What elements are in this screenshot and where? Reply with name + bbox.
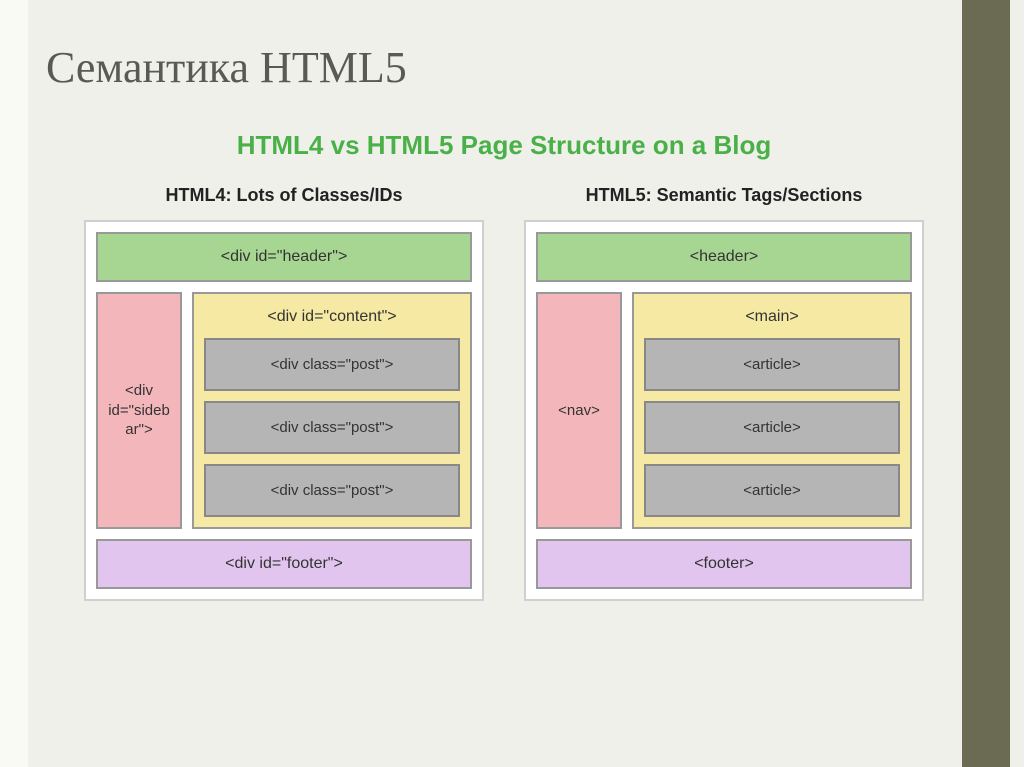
html4-post-box: <div class="post"> [204,338,460,391]
diagram-subtitle: HTML4 vs HTML5 Page Structure on a Blog [64,130,944,161]
html4-page-structure: <div id="header"> <div id="sideb ar"> <d… [84,220,484,601]
html5-article-box: <article> [644,464,900,517]
html5-column: HTML5: Semantic Tags/Sections <header> <… [524,185,924,601]
html4-header-box: <div id="header"> [96,232,472,282]
html5-article-box: <article> [644,338,900,391]
html5-footer-box: <footer> [536,539,912,589]
comparison-columns: HTML4: Lots of Classes/IDs <div id="head… [64,185,944,601]
html5-article-box: <article> [644,401,900,454]
html4-column-title: HTML4: Lots of Classes/IDs [84,185,484,206]
html5-header-box: <header> [536,232,912,282]
html4-sidebar-box: <div id="sideb ar"> [96,292,182,529]
html4-column: HTML4: Lots of Classes/IDs <div id="head… [84,185,484,601]
html5-page-structure: <header> <nav> <main> <article> <article… [524,220,924,601]
html5-main-label: <main> [644,304,900,328]
diagram-content: HTML4 vs HTML5 Page Structure on a Blog … [64,130,944,601]
right-accent-stripe [962,0,1010,767]
left-accent-stripe [0,0,28,767]
html5-nav-box: <nav> [536,292,622,529]
html4-content-box: <div id="content"> <div class="post"> <d… [192,292,472,529]
html4-post-box: <div class="post"> [204,401,460,454]
html5-main-box: <main> <article> <article> <article> [632,292,912,529]
html4-content-label: <div id="content"> [204,304,460,328]
html4-footer-box: <div id="footer"> [96,539,472,589]
slide-title: Семантика HTML5 [46,42,407,93]
html4-mid-row: <div id="sideb ar"> <div id="content"> <… [96,292,472,529]
html5-column-title: HTML5: Semantic Tags/Sections [524,185,924,206]
html5-mid-row: <nav> <main> <article> <article> <articl… [536,292,912,529]
html4-post-box: <div class="post"> [204,464,460,517]
